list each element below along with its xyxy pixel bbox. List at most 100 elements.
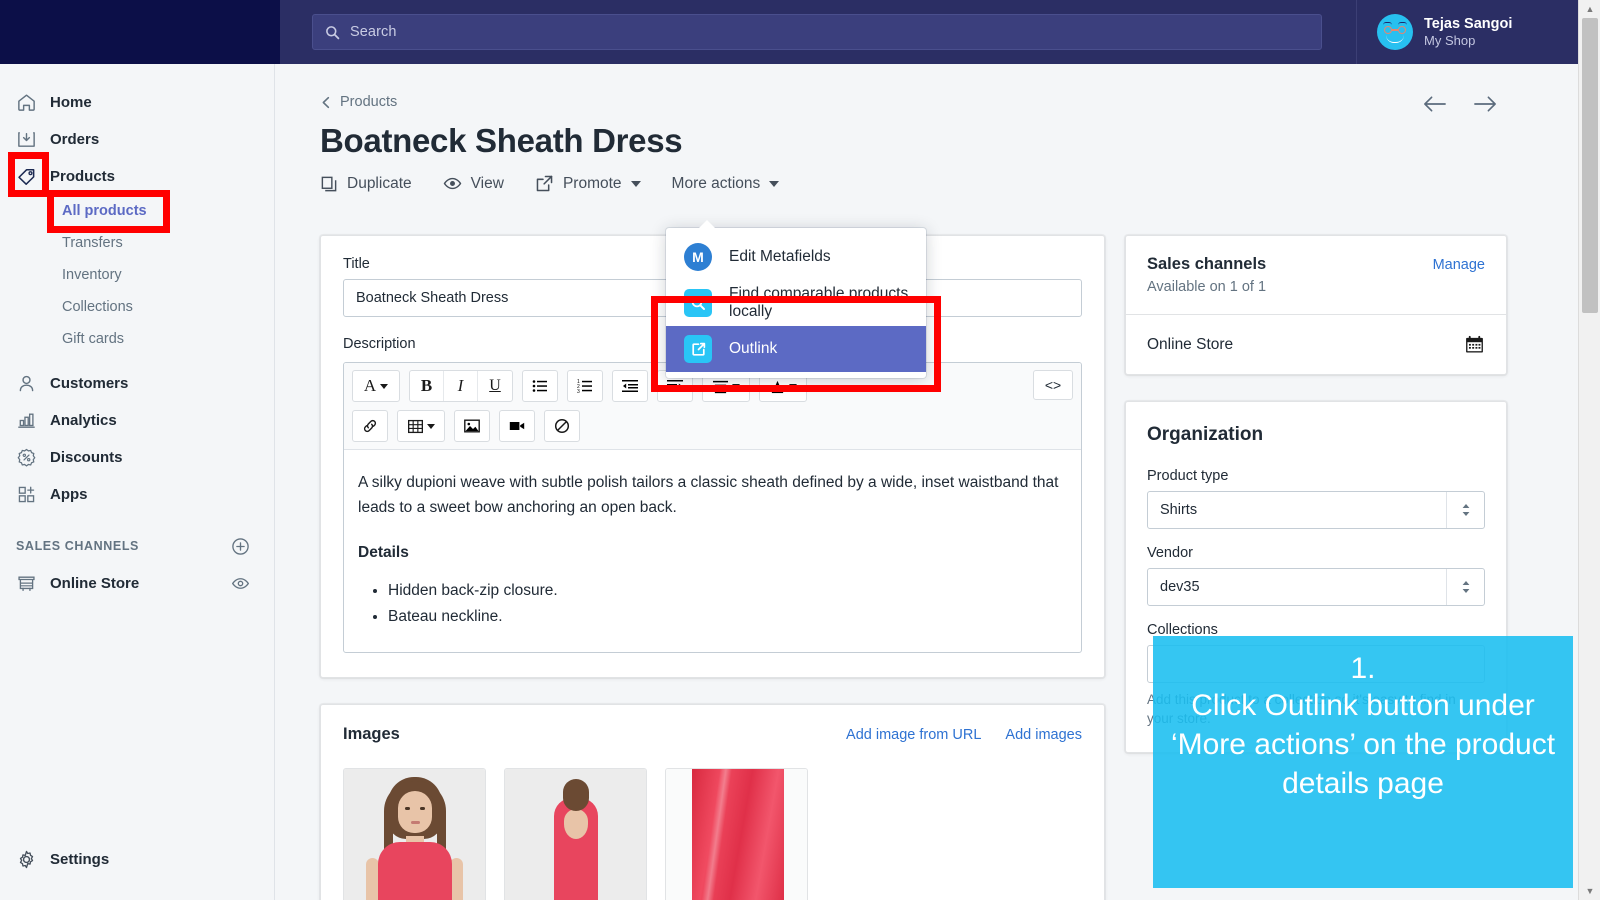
triangle-up-icon[interactable]: ▲ <box>1579 0 1600 18</box>
promote-button[interactable]: Promote <box>535 174 641 193</box>
orders-inbox-icon <box>16 129 50 150</box>
triangle-down-icon[interactable]: ▼ <box>1579 882 1600 900</box>
find-products-icon <box>684 289 712 317</box>
sidebar-item-products[interactable]: Products <box>0 158 274 195</box>
arrow-left-icon[interactable] <box>1422 94 1447 114</box>
menu-item-outlink[interactable]: Outlink <box>666 326 926 372</box>
outlink-icon <box>684 335 712 363</box>
user-name: Tejas Sangoi <box>1424 16 1512 33</box>
bold-B-icon[interactable]: B <box>410 371 444 401</box>
vendor-label: Vendor <box>1147 545 1485 561</box>
svg-text:3: 3 <box>577 389 580 394</box>
vendor-select[interactable]: dev35 <box>1147 568 1485 606</box>
sidebar-item-online-store[interactable]: Online Store <box>0 565 274 602</box>
table-icon[interactable] <box>398 411 444 441</box>
sidebar-item-orders[interactable]: Orders <box>0 121 274 158</box>
clear-formatting-icon[interactable] <box>545 411 579 441</box>
sidebar-item-discounts[interactable]: Discounts <box>0 439 274 476</box>
duplicate-icon <box>320 175 338 193</box>
duplicate-button[interactable]: Duplicate <box>320 175 412 193</box>
add-image-from-url-link[interactable]: Add image from URL <box>846 727 981 743</box>
underline-U-icon[interactable]: U <box>478 371 512 401</box>
sidebar-subitem-inventory[interactable]: Inventory <box>0 259 274 291</box>
sales-channels-card: Sales channels Manage Available on 1 of … <box>1125 235 1507 375</box>
code-view-label: <> <box>1045 377 1061 393</box>
sidebar-subitem-all-products[interactable]: All products <box>0 195 274 227</box>
add-images-link[interactable]: Add images <box>1005 727 1082 743</box>
shop-name: My Shop <box>1424 33 1512 49</box>
top-bar-search-area: Search <box>280 0 1356 64</box>
sidebar-item-label: Home <box>50 94 92 111</box>
manage-link[interactable]: Manage <box>1433 257 1485 273</box>
scrollbar-thumb[interactable] <box>1582 18 1598 313</box>
description-body[interactable]: A silky dupioni weave with subtle polish… <box>344 450 1081 652</box>
sidebar-item-analytics[interactable]: Analytics <box>0 402 274 439</box>
more-actions-label: More actions <box>672 175 761 193</box>
instruction-step-number: 1. <box>1350 650 1375 688</box>
editor-toolbar-row-2 <box>352 410 1073 442</box>
plus-circle-icon[interactable] <box>231 537 250 556</box>
arrow-right-icon[interactable] <box>1473 94 1498 114</box>
sidebar-subitem-label: Inventory <box>62 267 122 283</box>
search-input[interactable]: Search <box>312 14 1322 50</box>
product-type-select[interactable]: Shirts <box>1147 491 1485 529</box>
sidebar-item-home[interactable]: Home <box>0 84 274 121</box>
promote-label: Promote <box>563 175 622 193</box>
description-bullet-list: Hidden back-zip closure. Bateau neckline… <box>358 578 1067 630</box>
product-type-value: Shirts <box>1148 492 1446 528</box>
breadcrumb[interactable]: Products <box>320 94 1563 110</box>
menu-item-find-products[interactable]: Find comparable products locally <box>666 280 926 326</box>
product-tag-icon <box>16 165 50 188</box>
analytics-bar-chart-icon <box>16 410 50 431</box>
menu-item-label: Outlink <box>729 340 777 358</box>
customer-person-icon <box>16 373 50 394</box>
font-style-A-icon[interactable]: A <box>353 371 399 401</box>
home-icon <box>16 92 50 113</box>
eye-icon <box>443 174 462 193</box>
sidebar-subitem-label: Gift cards <box>62 331 124 347</box>
thumbnail-model-back[interactable] <box>504 768 647 900</box>
sidebar-item-apps[interactable]: Apps <box>0 476 274 513</box>
sidebar-item-label: Apps <box>50 486 88 503</box>
sidebar-item-settings[interactable]: Settings <box>0 841 274 878</box>
avatar <box>1377 14 1413 50</box>
thumbnail-fabric-swatch[interactable] <box>665 768 808 900</box>
sidebar-item-label: Settings <box>50 851 109 868</box>
insert-video-icon[interactable] <box>500 411 534 441</box>
calendar-icon[interactable] <box>1464 334 1485 355</box>
italic-I-icon[interactable]: I <box>444 371 478 401</box>
search-placeholder-text: Search <box>350 24 397 40</box>
sidebar-item-customers[interactable]: Customers <box>0 365 274 402</box>
eye-icon[interactable] <box>231 574 250 593</box>
view-button[interactable]: View <box>443 174 504 193</box>
sidebar-item-label: Products <box>50 168 115 185</box>
list-item: Hidden back-zip closure. <box>388 578 1067 604</box>
outdent-icon[interactable] <box>613 371 647 401</box>
metafields-m-icon: M <box>684 243 712 271</box>
menu-item-edit-metafields[interactable]: M Edit Metafields <box>666 234 926 280</box>
more-actions-button[interactable]: More actions <box>672 175 780 193</box>
sales-channels-heading: SALES CHANNELS <box>16 539 139 553</box>
bulleted-list-icon[interactable] <box>523 371 557 401</box>
list-item: Bateau neckline. <box>388 604 1067 630</box>
instruction-text: Click Outlink button under ‘More actions… <box>1165 686 1561 803</box>
sales-channels-title: Sales channels <box>1147 255 1266 274</box>
sidebar-item-label: Discounts <box>50 449 123 466</box>
sidebar-subitem-gift-cards[interactable]: Gift cards <box>0 323 274 355</box>
title-input-value: Boatneck Sheath Dress <box>356 290 508 306</box>
code-view-icon[interactable]: <> <box>1033 370 1073 400</box>
chevron-down-icon <box>631 181 641 187</box>
sidebar-subitem-collections[interactable]: Collections <box>0 291 274 323</box>
images-title: Images <box>343 725 400 744</box>
sidebar-item-label: Analytics <box>50 412 117 429</box>
page-scrollbar[interactable]: ▲ ▼ <box>1578 0 1600 900</box>
sidebar-subitem-transfers[interactable]: Transfers <box>0 227 274 259</box>
user-menu[interactable]: Tejas Sangoi My Shop <box>1356 0 1578 64</box>
sidebar-item-label: Customers <box>50 375 128 392</box>
numbered-list-icon[interactable]: 123 <box>568 371 602 401</box>
sales-channel-row: Online Store <box>1126 314 1506 374</box>
external-link-icon <box>535 174 554 193</box>
thumbnail-model-front[interactable] <box>343 768 486 900</box>
insert-image-icon[interactable] <box>455 411 489 441</box>
link-icon[interactable] <box>353 411 387 441</box>
